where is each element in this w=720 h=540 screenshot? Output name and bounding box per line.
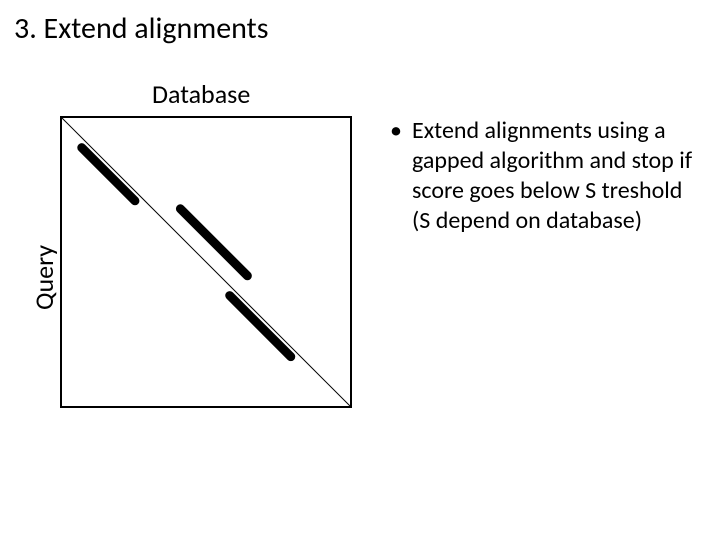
dotplot-svg — [62, 118, 350, 406]
axis-x-label: Database — [152, 78, 250, 110]
alignment-segment — [180, 209, 247, 276]
slide-title: 3. Extend alignments — [14, 10, 268, 47]
bullet-item: Extend alignments using a gapped algorit… — [390, 116, 700, 236]
bullet-list: Extend alignments using a gapped algorit… — [390, 116, 700, 236]
slide: 3. Extend alignments Database Query Exte… — [0, 0, 720, 540]
diagonal-line — [62, 118, 350, 406]
dotplot-region — [60, 116, 352, 408]
axis-y-label: Query — [28, 245, 60, 310]
alignment-segment — [230, 296, 291, 357]
alignment-segment — [82, 148, 135, 201]
